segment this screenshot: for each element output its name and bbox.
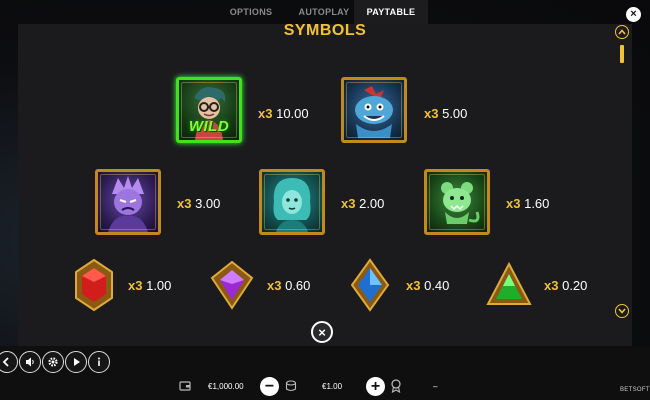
scroll-down-button[interactable] [615, 304, 629, 318]
teal-ghost-woman-icon [273, 178, 311, 232]
win-award-icon [391, 379, 401, 393]
brand-logo: BETSOFT [620, 387, 650, 393]
win-value: – [433, 382, 438, 391]
wild-label: WILD [188, 118, 230, 135]
symbol-purple-ghost [95, 169, 161, 235]
payout-teal-ghost-woman: x3 2.00 [341, 196, 385, 211]
settings-tabbar: OPTIONS AUTOPLAY PAYTABLE [208, 0, 428, 24]
blue-ghost-dog-icon [355, 86, 393, 138]
symbol-blue-ghost-dog [341, 77, 407, 143]
chevron-down-icon [618, 308, 626, 314]
play-button[interactable] [65, 351, 87, 373]
blue-gem-icon [350, 258, 390, 312]
payout-green-ghost-rat: x3 1.60 [506, 196, 550, 211]
scrollbar-thumb[interactable] [620, 45, 624, 63]
increase-bet-button[interactable]: + [366, 377, 385, 396]
decrease-bet-button[interactable]: − [260, 377, 279, 396]
green-gem-icon [486, 262, 532, 305]
page-title: SYMBOLS [283, 22, 367, 39]
tab-autoplay[interactable]: AUTOPLAY [294, 0, 354, 24]
play-icon [74, 358, 80, 366]
settings-button[interactable] [42, 351, 64, 373]
close-paytable-button[interactable]: × [311, 321, 333, 343]
payout-blue-gem: x3 0.40 [406, 278, 450, 293]
symbol-green-ghost-rat [424, 169, 490, 235]
tab-paytable[interactable]: PAYTABLE [354, 0, 428, 24]
sound-button[interactable] [19, 351, 41, 373]
close-icon[interactable]: × [626, 7, 641, 22]
sound-icon [26, 357, 34, 367]
payout-red-gem: x3 1.00 [128, 278, 172, 293]
payout-purple-ghost: x3 3.00 [177, 196, 221, 211]
back-icon [2, 357, 9, 367]
wild-character-icon [194, 87, 226, 140]
chevron-up-icon [618, 29, 626, 35]
symbol-wild: WILD [176, 77, 242, 143]
scroll-up-button[interactable] [615, 25, 629, 39]
payout-wild: x3 10.00 [258, 106, 309, 121]
wallet-icon [179, 381, 191, 391]
info-button[interactable] [88, 351, 110, 373]
purple-gem-icon [210, 260, 254, 310]
info-icon [98, 357, 100, 366]
balance-value: €1,000.00 [208, 382, 244, 391]
payout-purple-gem: x3 0.60 [267, 278, 311, 293]
payout-blue-ghost-dog: x3 5.00 [424, 106, 468, 121]
coins-icon [285, 380, 297, 392]
purple-ghost-icon [108, 176, 148, 232]
settings-icon [48, 357, 58, 367]
symbol-teal-ghost-woman [259, 169, 325, 235]
payout-green-gem: x3 0.20 [544, 278, 588, 293]
red-gem-icon [75, 258, 113, 312]
green-ghost-rat-icon [441, 182, 480, 224]
tab-options[interactable]: OPTIONS [208, 0, 294, 24]
bet-value: €1.00 [322, 382, 343, 391]
